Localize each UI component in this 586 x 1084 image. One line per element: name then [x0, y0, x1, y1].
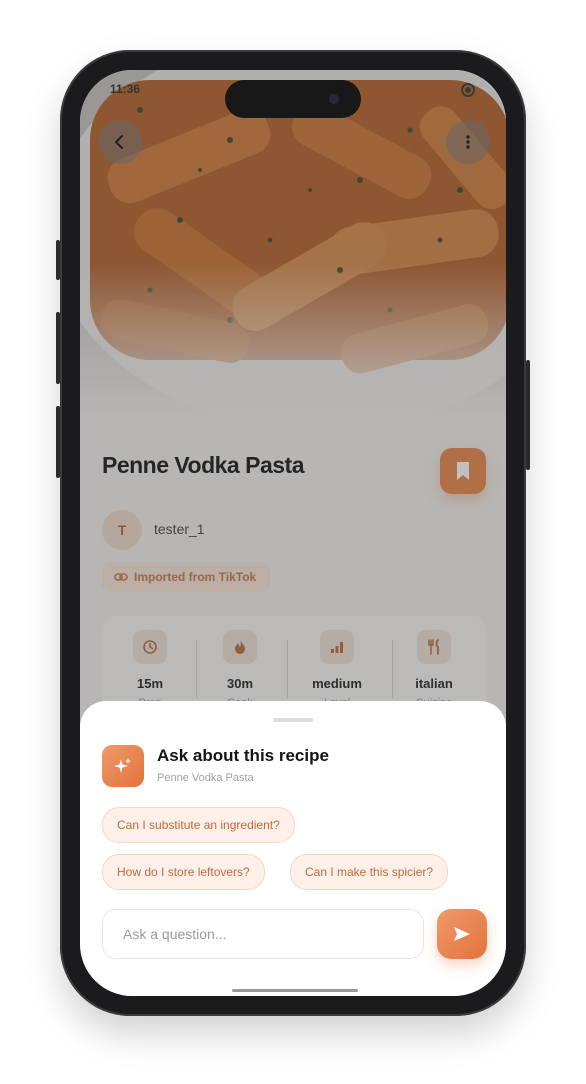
sheet-title: Ask about this recipe	[157, 746, 329, 765]
app-screen: 11:36 Penne Vodka Pasta T tester_1 Impor…	[80, 70, 506, 996]
suggestion-chip[interactable]: Can I make this spicier?	[290, 854, 449, 890]
send-icon	[454, 927, 470, 941]
ask-recipe-sheet: Ask about this recipe Penne Vodka Pasta …	[80, 701, 506, 996]
volume-up-button	[56, 312, 60, 384]
sheet-subtitle: Penne Vodka Pasta	[157, 772, 254, 784]
sheet-grabber[interactable]	[273, 718, 313, 722]
power-button	[526, 360, 530, 470]
send-button[interactable]	[437, 909, 487, 959]
mute-switch	[56, 240, 60, 280]
phone-frame: 11:36 Penne Vodka Pasta T tester_1 Impor…	[56, 50, 530, 1016]
sparkles-icon	[102, 745, 144, 787]
suggestion-chip[interactable]: How do I store leftovers?	[102, 854, 265, 890]
question-input[interactable]	[102, 909, 424, 959]
volume-down-button	[56, 406, 60, 478]
suggestion-chip[interactable]: Can I substitute an ingredient?	[102, 807, 295, 843]
home-indicator[interactable]	[232, 989, 358, 992]
